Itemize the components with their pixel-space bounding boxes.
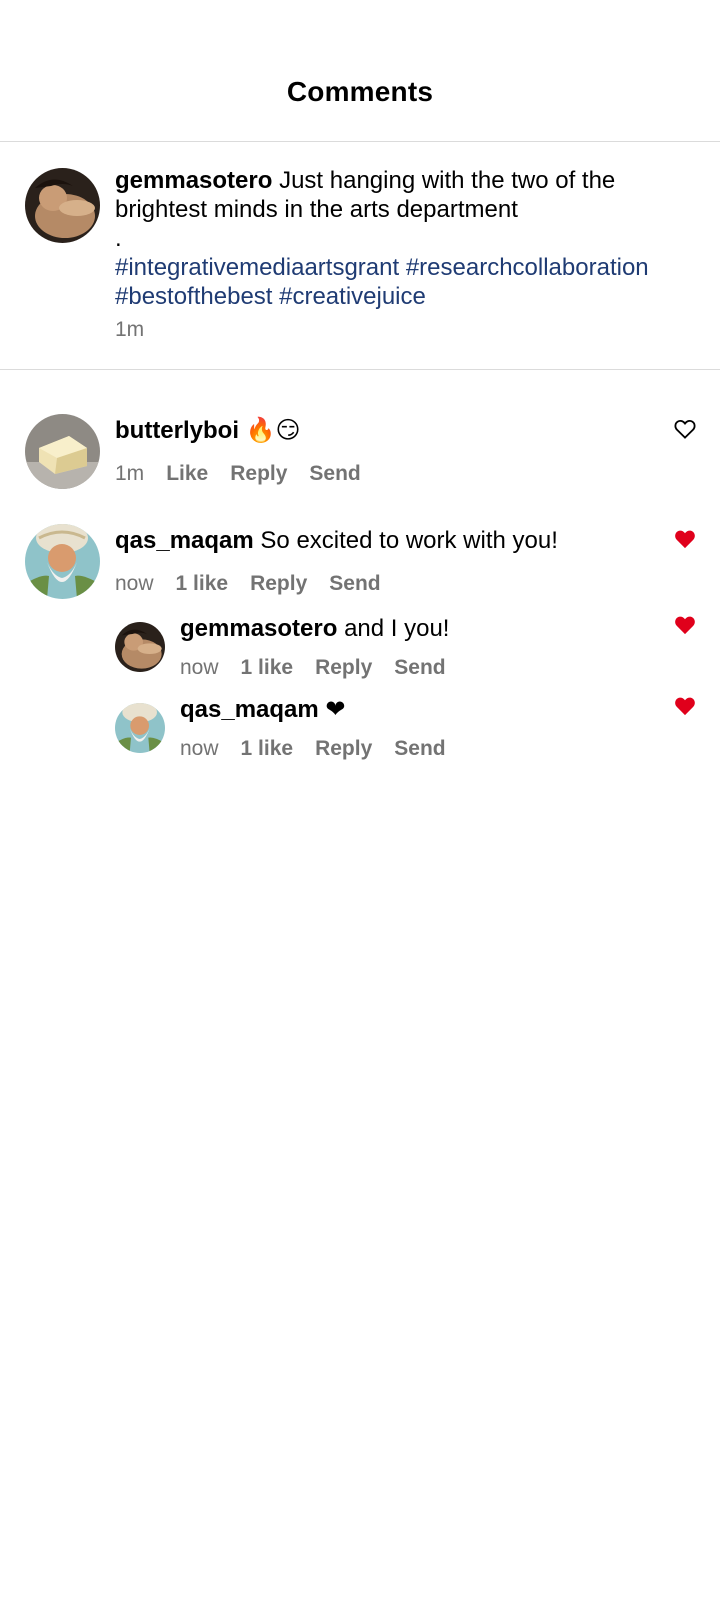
heart-filled-icon[interactable] — [674, 615, 696, 635]
reply-item: gemmasotero and I you! now 1 like Reply Sen… — [0, 615, 720, 692]
send-button[interactable]: Send — [394, 656, 445, 679]
avatar-image — [25, 524, 100, 599]
avatar-image — [115, 703, 165, 753]
send-button[interactable]: Send — [329, 572, 380, 595]
heart-outline-icon[interactable] — [674, 419, 696, 439]
avatar-image — [25, 168, 100, 243]
comment-body: 🔥😏 — [245, 417, 301, 444]
comment-username[interactable]: qas_maqam — [115, 527, 254, 554]
comment-meta: now 1 like Reply Send — [115, 572, 403, 596]
reply-button[interactable]: Reply — [315, 656, 372, 679]
avatar[interactable] — [115, 703, 165, 753]
caption-username[interactable]: gemmasotero — [115, 167, 272, 194]
comment-timestamp: 1m — [115, 462, 145, 485]
like-count-button[interactable]: 1 like — [241, 656, 294, 679]
reply-button[interactable]: Reply — [250, 572, 307, 595]
reply-timestamp: now — [180, 737, 219, 760]
post-caption: gemmasotero Just hanging with the two of… — [0, 142, 720, 370]
caption-hashtags[interactable]: #integrativemediaartsgrant #researchcoll… — [115, 253, 705, 311]
reply-username[interactable]: qas_maqam — [180, 696, 319, 723]
avatar[interactable] — [25, 414, 100, 489]
avatar[interactable] — [115, 622, 165, 672]
header: Comments — [0, 0, 720, 142]
reply-button[interactable]: Reply — [230, 462, 287, 485]
heart-filled-icon[interactable] — [674, 529, 696, 549]
reply-meta: now 1 like Reply Send — [180, 737, 468, 761]
reply-meta: now 1 like Reply Send — [180, 656, 468, 680]
reply-body: and I you! — [344, 615, 450, 642]
caption-text: gemmasotero Just hanging with the two of… — [115, 166, 705, 311]
reply-body: ❤ — [325, 696, 346, 723]
comment-item: butterlyboi 🔥😏 1m Like Reply Send — [0, 414, 720, 494]
reply-item: qas_maqam ❤ now 1 like Reply Send — [0, 696, 720, 773]
page-title: Comments — [286, 76, 434, 107]
comment-body: So excited to work with you! — [260, 527, 558, 554]
avatar[interactable] — [25, 168, 100, 243]
avatar-image — [25, 414, 100, 489]
comment-username[interactable]: butterlyboi — [115, 417, 239, 444]
reply-text: gemmasotero and I you! — [180, 614, 449, 644]
caption-timestamp: 1m — [115, 318, 145, 341]
reply-text: qas_maqam ❤ — [180, 695, 346, 725]
reply-timestamp: now — [180, 656, 219, 679]
like-count-button[interactable]: 1 like — [241, 737, 294, 760]
like-count-button[interactable]: 1 like — [176, 572, 229, 595]
reply-button[interactable]: Reply — [315, 737, 372, 760]
comment-meta: 1m Like Reply Send — [115, 462, 383, 486]
avatar[interactable] — [25, 524, 100, 599]
comment-text: qas_maqam So excited to work with you! — [115, 526, 558, 556]
comment-text: butterlyboi 🔥😏 — [115, 416, 301, 446]
comment-item: qas_maqam So excited to work with you! n… — [0, 524, 720, 604]
caption-dot: . — [115, 225, 122, 252]
send-button[interactable]: Send — [309, 462, 360, 485]
comment-timestamp: now — [115, 572, 154, 595]
send-button[interactable]: Send — [394, 737, 445, 760]
reply-username[interactable]: gemmasotero — [180, 615, 337, 642]
like-button[interactable]: Like — [166, 462, 208, 485]
avatar-image — [115, 622, 165, 672]
heart-filled-icon[interactable] — [674, 696, 696, 716]
